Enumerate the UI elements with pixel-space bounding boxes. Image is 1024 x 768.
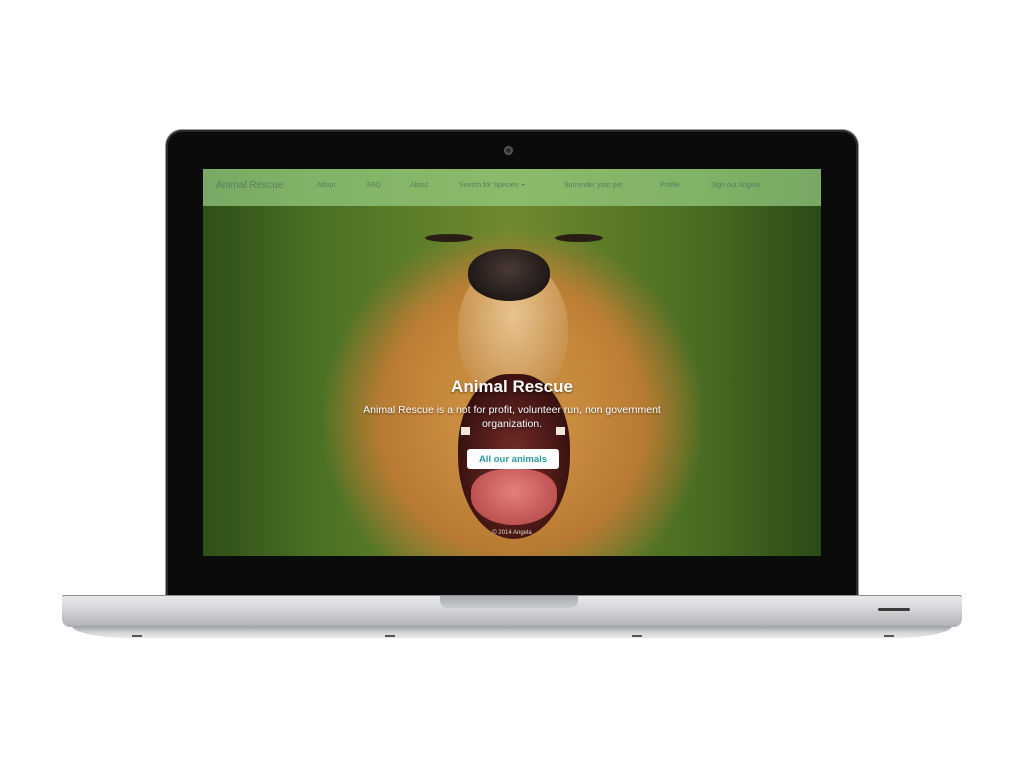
hero-image-dog-eye: [425, 234, 473, 242]
navbar-brand[interactable]: Animal Rescue: [216, 180, 283, 191]
nav-item-faq[interactable]: FAQ: [367, 182, 381, 189]
laptop-screen: Animal Rescue Adopt FAQ About Search for…: [203, 169, 821, 556]
lid-notch: [440, 596, 578, 608]
nav-item-surrender[interactable]: Surrender your pet: [564, 182, 622, 189]
laptop-foot: [632, 635, 642, 637]
nav-item-profile[interactable]: Profile: [660, 182, 680, 189]
nav-item-sign-out[interactable]: Sign out Angela: [711, 182, 760, 189]
drive-slot: [878, 608, 910, 611]
nav-item-adopt[interactable]: Adopt: [317, 182, 335, 189]
footer-copyright: © 2014 Angela: [492, 530, 532, 536]
hero-image-dog-nose: [468, 249, 550, 301]
nav-item-about[interactable]: About: [410, 182, 428, 189]
navbar: Animal Rescue Adopt FAQ About Search for…: [203, 169, 821, 206]
laptop-foot: [132, 635, 142, 637]
webcam-icon: [504, 146, 513, 155]
hero-subtitle: Animal Rescue is a not for profit, volun…: [363, 404, 661, 430]
laptop-foot: [884, 635, 894, 637]
laptop-base-bottom: [72, 626, 952, 638]
hero-image-dog-eye: [555, 234, 603, 242]
hero-title: Animal Rescue: [451, 377, 573, 396]
nav-item-search-species-label: Search for Species: [459, 182, 519, 189]
hero-image-dog-tongue: [471, 469, 557, 525]
all-animals-button[interactable]: All our animals: [467, 449, 559, 469]
laptop-foot: [385, 635, 395, 637]
caret-down-icon: [521, 184, 526, 187]
nav-item-search-species[interactable]: Search for Species: [459, 182, 526, 189]
